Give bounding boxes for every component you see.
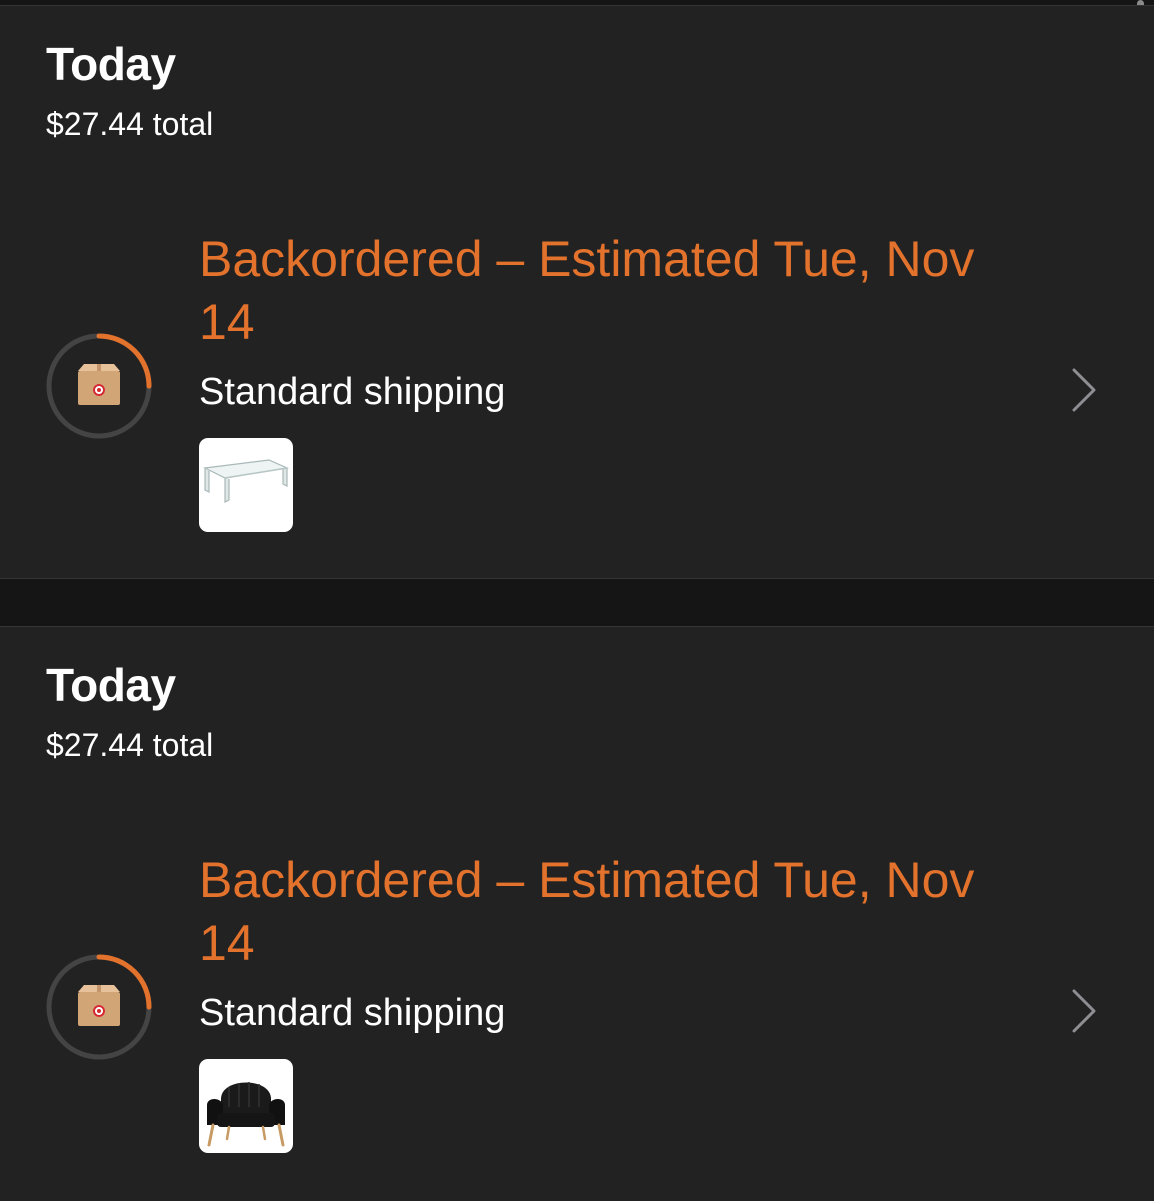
- delivery-status: Backordered – Estimated Tue, Nov 14: [199, 852, 975, 971]
- shipping-method: Standard shipping: [199, 992, 506, 1034]
- order-card[interactable]: Today $27.44 total Backordered – Estimat…: [0, 626, 1154, 1201]
- package-icon: [78, 985, 120, 1026]
- delivery-status: Backordered – Estimated Tue, Nov 14: [199, 231, 975, 350]
- black-armchair-thumbnail[interactable]: [199, 1059, 293, 1153]
- order-card[interactable]: Today $27.44 total Backordered – Estimat…: [0, 5, 1154, 579]
- order-total: $27.44 total: [46, 106, 214, 142]
- shipping-method: Standard shipping: [199, 371, 506, 413]
- date-heading: Today: [46, 659, 176, 711]
- date-heading: Today: [46, 38, 176, 90]
- glass-shelf-thumbnail[interactable]: [199, 438, 293, 532]
- chevron-right-icon[interactable]: [1062, 364, 1106, 416]
- package-icon: [78, 364, 120, 405]
- order-total: $27.44 total: [46, 727, 214, 763]
- delivery-progress-ring: [44, 331, 154, 441]
- delivery-progress-ring: [44, 952, 154, 1062]
- chevron-right-icon[interactable]: [1062, 985, 1106, 1037]
